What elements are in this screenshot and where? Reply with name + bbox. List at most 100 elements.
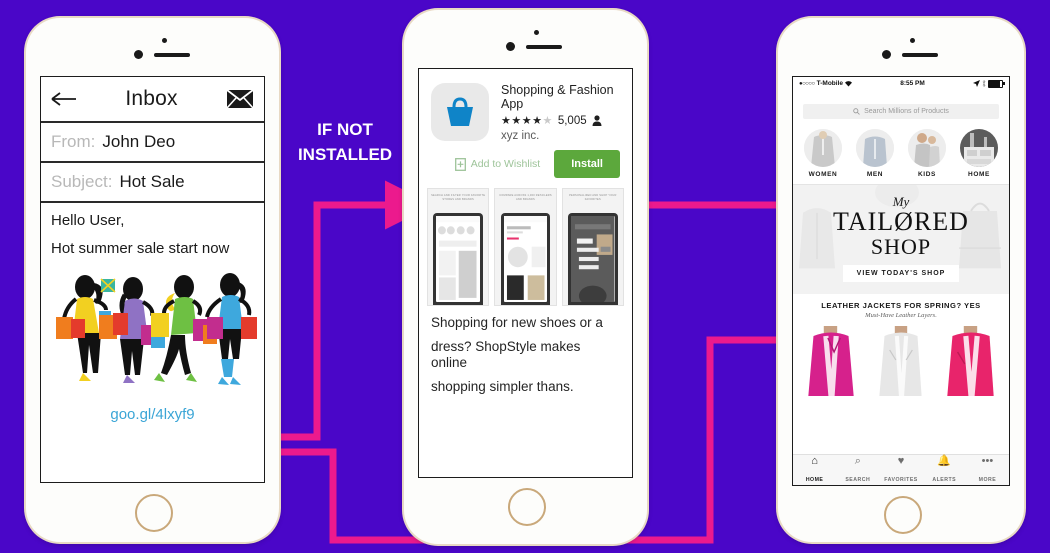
search-input[interactable]: Search Millions of Products bbox=[803, 104, 999, 119]
diagram-canvas: IF NOT INSTALLED Inbox From: John Deo Su… bbox=[0, 0, 1050, 553]
screenshot-device bbox=[500, 213, 551, 305]
home-button[interactable] bbox=[135, 494, 173, 532]
if-not-installed-label: IF NOT INSTALLED bbox=[283, 118, 407, 167]
app-screenshots: SEARCH AND FILTER YOUR FAVORITE STORES A… bbox=[419, 188, 632, 306]
screenshot-content bbox=[571, 216, 615, 305]
search-placeholder: Search Millions of Products bbox=[864, 108, 949, 115]
app-store-phone: Shopping & Fashion App ★★★★★ 5,005 xyz i… bbox=[404, 10, 647, 544]
category-label: WOMEN bbox=[808, 171, 838, 178]
home-button[interactable] bbox=[508, 488, 546, 526]
screenshot-caption: COMPARE ACROSS 1,000 RETAILERS AND BRAND… bbox=[499, 194, 552, 201]
tab-search[interactable]: ⌕ SEARCH bbox=[836, 455, 879, 486]
person-icon bbox=[592, 115, 602, 126]
home-button[interactable] bbox=[884, 496, 922, 534]
tab-favorites[interactable]: ♥ FAVORITES bbox=[879, 455, 922, 486]
heart-icon: ♥ bbox=[897, 454, 905, 467]
tab-label: SEARCH bbox=[845, 476, 871, 483]
mail-greeting: Hello User, bbox=[51, 212, 125, 229]
star-rating-icon: ★★★★★ bbox=[501, 115, 553, 127]
status-bar: ●○○○○ T-Mobile 8:55 PM bbox=[793, 77, 1009, 90]
view-todays-shop-button[interactable]: VIEW TODAY'S SHOP bbox=[842, 265, 960, 283]
location-arrow-icon bbox=[973, 80, 980, 87]
category-men[interactable]: MEN bbox=[851, 129, 899, 178]
app-developer: xyz inc. bbox=[501, 130, 540, 142]
app-screenshot[interactable]: COMPARE ACROSS 1,000 RETAILERS AND BRAND… bbox=[494, 188, 557, 306]
product-card[interactable] bbox=[797, 326, 865, 397]
battery-icon bbox=[988, 79, 1005, 88]
screenshot-content bbox=[503, 216, 548, 302]
bluetooth-icon bbox=[982, 80, 986, 87]
add-to-wishlist-button[interactable]: Add to Wishlist bbox=[454, 157, 540, 171]
clock-label: 8:55 PM bbox=[900, 80, 925, 87]
camera-icon bbox=[134, 50, 143, 59]
category-thumb bbox=[907, 129, 946, 167]
shopping-basket-icon bbox=[431, 83, 489, 141]
back-arrow-icon[interactable] bbox=[51, 91, 77, 107]
category-thumb bbox=[803, 129, 842, 167]
app-name: Shopping & Fashion App bbox=[501, 83, 614, 111]
product-card[interactable] bbox=[937, 326, 1005, 397]
product-row bbox=[793, 323, 1009, 397]
sensor-icon bbox=[910, 38, 915, 43]
category-thumb bbox=[959, 129, 998, 167]
from-value: John Deo bbox=[102, 132, 176, 151]
search-icon bbox=[853, 108, 860, 115]
mail-header: Inbox bbox=[41, 77, 264, 123]
app-rating: ★★★★★ 5,005 bbox=[501, 114, 620, 127]
signal-icon: ●○○○○ bbox=[799, 80, 815, 87]
tab-label: ALERTS bbox=[932, 476, 957, 483]
mail-subject-row: Subject: Hot Sale bbox=[41, 163, 264, 203]
mail-from-row: From: John Deo bbox=[41, 123, 264, 163]
email-inbox-phone: Inbox From: John Deo Subject: Hot Sale H… bbox=[26, 18, 279, 542]
app-description: Shopping for new shoes or a dress? ShopS… bbox=[419, 306, 632, 395]
bell-icon: 🔔 bbox=[937, 454, 952, 467]
app-actions: Add to Wishlist Install bbox=[419, 142, 632, 188]
tab-home[interactable]: ⌂ HOME bbox=[793, 455, 836, 486]
category-kids[interactable]: KIDS bbox=[903, 129, 951, 178]
from-label: From: bbox=[51, 132, 96, 151]
app-header: Shopping & Fashion App ★★★★★ 5,005 xyz i… bbox=[419, 69, 632, 142]
category-women[interactable]: WOMEN bbox=[799, 129, 847, 178]
tab-label: FAVORITES bbox=[884, 476, 918, 483]
ellipsis-icon: ••• bbox=[981, 454, 994, 467]
camera-icon bbox=[506, 42, 515, 51]
app-screenshot[interactable]: PERSONALIZED AND SHOP YOUR FAVORITES bbox=[561, 188, 624, 306]
speaker-grill bbox=[154, 53, 190, 57]
mail-sale-text: Hot summer sale start now bbox=[51, 240, 230, 258]
tab-alerts[interactable]: 🔔 ALERTS bbox=[923, 455, 966, 486]
app-screenshot[interactable]: SEARCH AND FILTER YOUR FAVORITE STORES A… bbox=[427, 188, 490, 306]
shopping-women-illustration bbox=[41, 269, 264, 404]
category-label: HOME bbox=[968, 171, 990, 178]
category-label: KIDS bbox=[918, 171, 936, 178]
phone2-top-bezel bbox=[404, 10, 647, 68]
install-button[interactable]: Install bbox=[554, 150, 620, 178]
sensor-icon bbox=[534, 30, 539, 35]
hero-banner[interactable]: My TAILØRED SHOP VIEW TODAY'S SHOP bbox=[793, 184, 1009, 295]
promo-section: LEATHER JACKETS FOR SPRING? YES Must-Hav… bbox=[793, 294, 1009, 324]
search-icon: ⌕ bbox=[854, 454, 861, 467]
category-home[interactable]: HOME bbox=[955, 129, 1003, 178]
if-not-line2: INSTALLED bbox=[297, 144, 393, 164]
status-right bbox=[973, 79, 1005, 88]
description-line-2: dress? ShopStyle makes online bbox=[431, 338, 581, 370]
description-line-1: Shopping for new shoes or a bbox=[431, 315, 603, 330]
home-icon: ⌂ bbox=[811, 454, 818, 467]
wifi-icon bbox=[844, 80, 852, 86]
phone1-screen: Inbox From: John Deo Subject: Hot Sale H… bbox=[40, 76, 265, 483]
phone1-top-bezel bbox=[26, 18, 279, 76]
hero-title-2: SHOP bbox=[870, 234, 932, 260]
screenshot-caption: PERSONALIZED AND SHOP YOUR FAVORITES bbox=[569, 194, 617, 201]
subject-value: Hot Sale bbox=[119, 172, 185, 191]
tab-more[interactable]: ••• MORE bbox=[966, 455, 1009, 486]
screenshot-device bbox=[568, 213, 618, 305]
envelope-icon[interactable] bbox=[226, 89, 254, 109]
shopping-app-phone: ●○○○○ T-Mobile 8:55 PM Search Millions o… bbox=[778, 18, 1024, 542]
rating-count: 5,005 bbox=[557, 114, 587, 127]
category-row: WOMEN MEN KIDS HOME bbox=[793, 129, 1009, 184]
tab-label: HOME bbox=[805, 476, 824, 483]
phone3-top-bezel bbox=[778, 18, 1024, 76]
email-link[interactable]: goo.gl/4lxyf9 bbox=[41, 406, 264, 423]
product-card[interactable] bbox=[867, 326, 935, 397]
phone3-screen: ●○○○○ T-Mobile 8:55 PM Search Millions o… bbox=[792, 76, 1010, 486]
screenshot-caption: SEARCH AND FILTER YOUR FAVORITE STORES A… bbox=[431, 194, 486, 201]
